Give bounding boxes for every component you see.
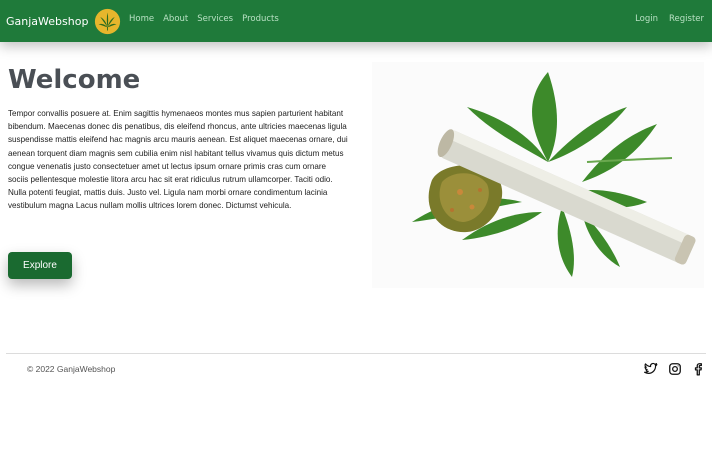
brand-link[interactable]: GanjaWebshop xyxy=(6,6,121,36)
nav-about[interactable]: About xyxy=(163,14,188,24)
social-links xyxy=(644,362,706,376)
copyright: © 2022 GanjaWebshop xyxy=(27,364,116,374)
cannabis-leaf-icon xyxy=(95,8,121,34)
hero-paragraph: Tempor convallis posuere at. Enim sagitt… xyxy=(8,109,348,211)
page-title: Welcome xyxy=(8,65,141,95)
navbar: GanjaWebshop Home About Services Product… xyxy=(0,0,712,42)
nav-products[interactable]: Products xyxy=(242,14,279,24)
auth-links: Login Register xyxy=(635,14,704,24)
login-link[interactable]: Login xyxy=(635,14,658,24)
nav-links: Home About Services Products xyxy=(129,14,279,24)
cannabis-joint-image xyxy=(372,62,704,288)
nav-services[interactable]: Services xyxy=(197,14,233,24)
instagram-icon[interactable] xyxy=(668,362,682,376)
twitter-icon[interactable] xyxy=(644,362,658,376)
facebook-icon[interactable] xyxy=(692,362,706,376)
nav-home[interactable]: Home xyxy=(129,14,154,24)
brand-name: GanjaWebshop xyxy=(6,14,89,28)
register-link[interactable]: Register xyxy=(669,14,704,24)
footer-divider xyxy=(6,353,706,354)
explore-button[interactable]: Explore xyxy=(8,252,72,279)
